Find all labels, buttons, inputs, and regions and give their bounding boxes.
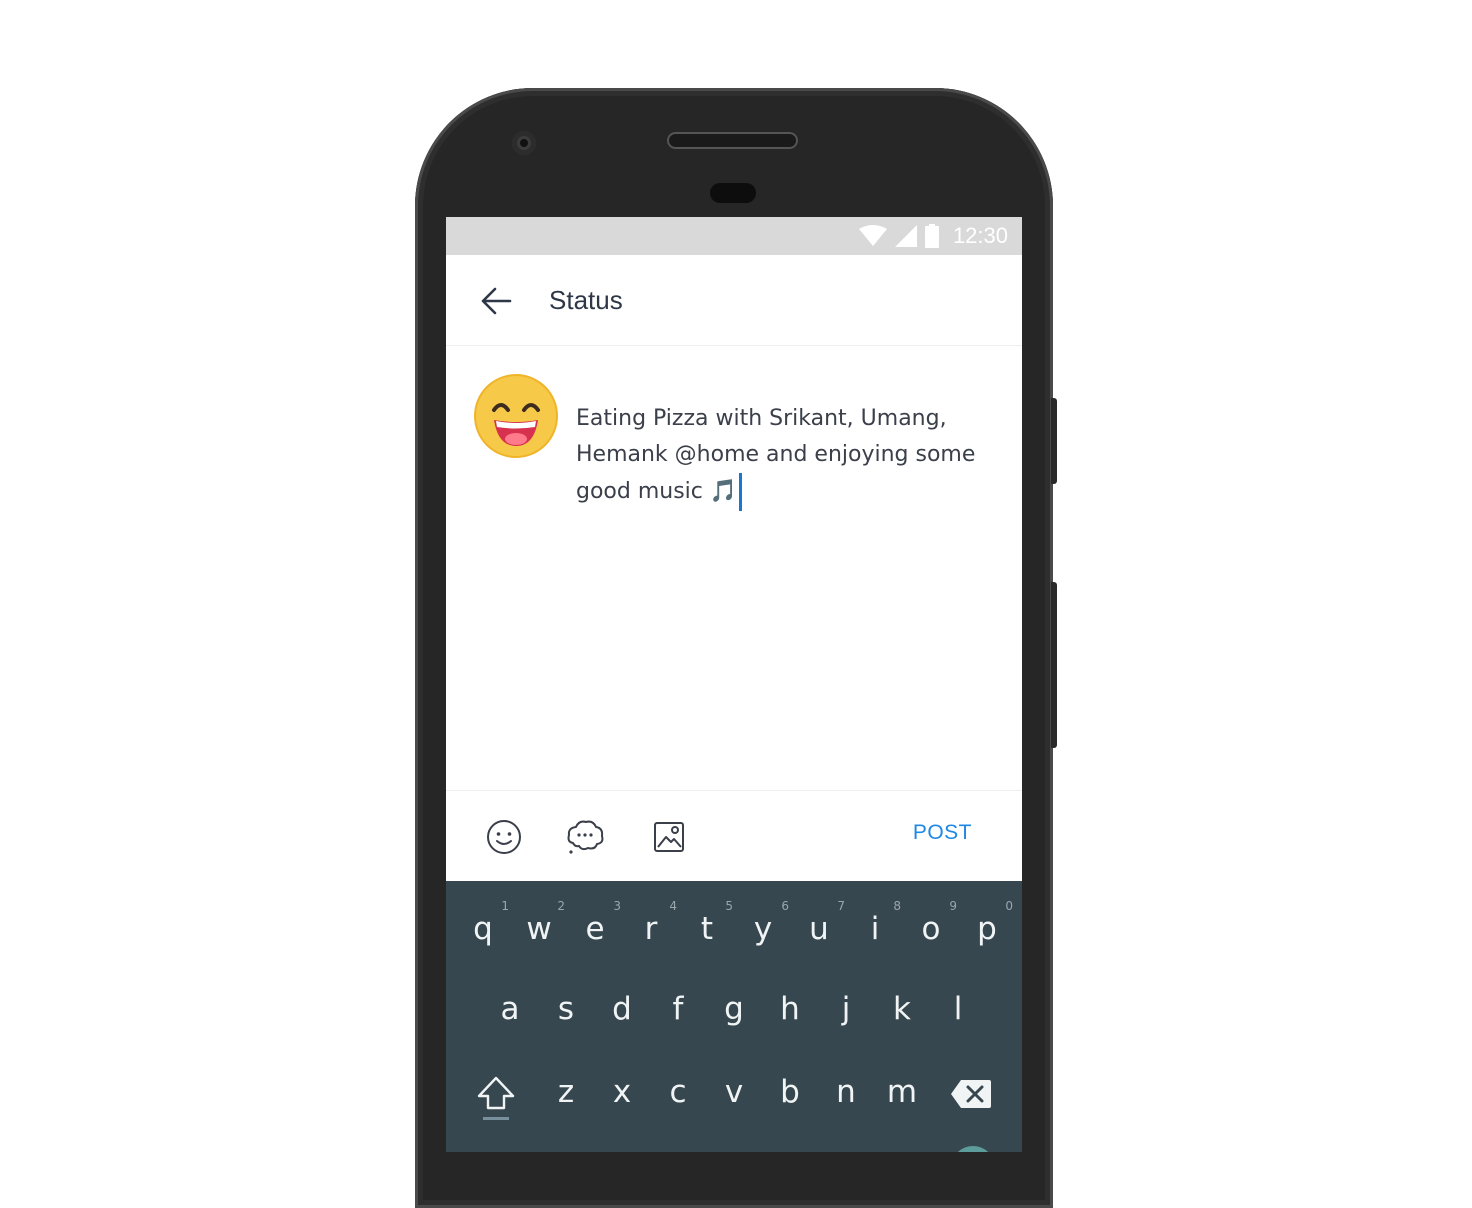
- key-label: m: [886, 1074, 918, 1110]
- floating-action-button[interactable]: [951, 1146, 995, 1152]
- key-label: v: [724, 1074, 744, 1110]
- screen: 12:30 Status Eating Pizza with Srikant, …: [446, 217, 1022, 1152]
- key-h[interactable]: h: [762, 991, 818, 1027]
- key-label: i: [870, 911, 880, 947]
- wifi-icon: [858, 225, 887, 246]
- key-label: x: [612, 1074, 632, 1110]
- image-icon: [654, 822, 684, 852]
- battery-icon: [924, 224, 939, 248]
- key-a[interactable]: a: [482, 991, 538, 1027]
- app-bar: Status: [446, 255, 1022, 346]
- page-title: Status: [549, 285, 623, 315]
- key-label: g: [724, 991, 744, 1027]
- key-number-hint: 2: [557, 899, 565, 913]
- key-label: z: [557, 1074, 575, 1110]
- key-e[interactable]: e3: [567, 899, 623, 947]
- key-label: o: [921, 911, 941, 947]
- key-v[interactable]: v: [706, 1074, 762, 1110]
- key-label: s: [557, 991, 575, 1027]
- key-number-hint: 0: [1005, 899, 1013, 913]
- backspace-icon: [951, 1080, 991, 1108]
- key-q[interactable]: q1: [455, 899, 511, 947]
- key-p[interactable]: p0: [959, 899, 1015, 947]
- key-w[interactable]: w2: [511, 899, 567, 947]
- power-button: [1051, 398, 1057, 484]
- key-label: h: [780, 991, 800, 1027]
- key-label: j: [841, 991, 851, 1027]
- proximity-sensor: [710, 183, 756, 203]
- key-k[interactable]: k: [874, 991, 930, 1027]
- key-label: a: [500, 991, 520, 1027]
- emoji-button[interactable]: [484, 817, 524, 857]
- key-n[interactable]: n: [818, 1074, 874, 1110]
- key-f[interactable]: f: [650, 991, 706, 1027]
- status-bar: 12:30: [446, 217, 1022, 255]
- key-j[interactable]: j: [818, 991, 874, 1027]
- earpiece-speaker: [667, 132, 798, 149]
- key-number-hint: 9: [949, 899, 957, 913]
- status-text: Eating Pizza with Srikant, Umang, Hemank…: [576, 406, 976, 504]
- key-number-hint: 3: [613, 899, 621, 913]
- key-number-hint: 6: [781, 899, 789, 913]
- key-label: p: [977, 911, 997, 947]
- key-x[interactable]: x: [594, 1074, 650, 1110]
- key-label: f: [672, 991, 684, 1027]
- shift-icon: [477, 1076, 515, 1120]
- key-label: n: [836, 1074, 856, 1110]
- key-b[interactable]: b: [762, 1074, 818, 1110]
- key-label: w: [526, 911, 552, 947]
- key-number-hint: 1: [501, 899, 509, 913]
- key-u[interactable]: u7: [791, 899, 847, 947]
- key-label: l: [953, 991, 963, 1027]
- status-icons: 12:30: [858, 223, 1008, 248]
- key-number-hint: 5: [725, 899, 733, 913]
- post-button[interactable]: POST: [913, 821, 972, 845]
- key-label: r: [644, 911, 658, 947]
- text-cursor: [739, 473, 743, 511]
- key-label: k: [893, 991, 911, 1027]
- key-m[interactable]: m: [874, 1074, 930, 1110]
- status-text-input[interactable]: Eating Pizza with Srikant, Umang, Hemank…: [576, 401, 1006, 511]
- key-t[interactable]: t5: [679, 899, 735, 947]
- key-d[interactable]: d: [594, 991, 650, 1027]
- compose-toolbar: POST: [446, 790, 1022, 882]
- key-y[interactable]: y6: [735, 899, 791, 947]
- key-label: b: [780, 1074, 800, 1110]
- key-number-hint: 4: [669, 899, 677, 913]
- key-z[interactable]: z: [538, 1074, 594, 1110]
- key-c[interactable]: c: [650, 1074, 706, 1110]
- key-r[interactable]: r4: [623, 899, 679, 947]
- key-label: t: [700, 911, 714, 947]
- shift-key[interactable]: [475, 1074, 517, 1126]
- signal-icon: [894, 225, 917, 247]
- key-label: y: [753, 911, 773, 947]
- key-label: e: [585, 911, 605, 947]
- key-label: c: [669, 1074, 687, 1110]
- emoji-icon: [487, 820, 521, 854]
- key-i[interactable]: i8: [847, 899, 903, 947]
- keyboard: q1w2e3r4t5y6u7i8o9p0asdfghjklzxcvbnm: [446, 881, 1022, 1152]
- backspace-key[interactable]: [949, 1077, 993, 1115]
- key-l[interactable]: l: [930, 991, 986, 1027]
- key-number-hint: 7: [837, 899, 845, 913]
- avatar-emoji: [474, 374, 558, 458]
- front-camera: [512, 131, 536, 155]
- status-time: 12:30: [952, 223, 1008, 248]
- key-number-hint: 8: [893, 899, 901, 913]
- back-arrow-icon: [481, 287, 512, 315]
- volume-button: [1051, 582, 1057, 748]
- key-o[interactable]: o9: [903, 899, 959, 947]
- image-button[interactable]: [649, 817, 689, 857]
- key-label: d: [612, 991, 632, 1027]
- sticker-icon: [567, 820, 604, 854]
- back-button[interactable]: [476, 281, 516, 321]
- key-label: q: [473, 911, 493, 947]
- key-g[interactable]: g: [706, 991, 762, 1027]
- sticker-button[interactable]: [565, 817, 605, 857]
- key-label: u: [809, 911, 829, 947]
- key-s[interactable]: s: [538, 991, 594, 1027]
